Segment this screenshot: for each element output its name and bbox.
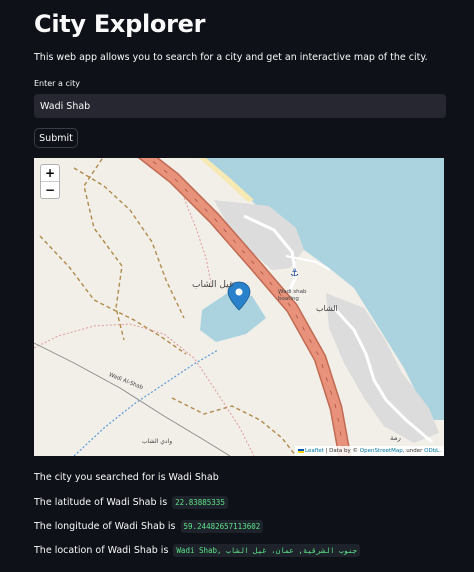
city-input-label: Enter a city bbox=[34, 79, 80, 88]
map-label-boating: Wadi shab boating bbox=[278, 289, 307, 302]
app-description: This web app allows you to search for a … bbox=[34, 52, 428, 63]
longitude-value: 59.24482657113602 bbox=[180, 520, 264, 533]
result-longitude: The longitude of Wadi Shab is 59.2448265… bbox=[34, 520, 264, 533]
longitude-label: The longitude of Wadi Shab is bbox=[34, 521, 176, 532]
latitude-label: The latitude of Wadi Shab is bbox=[34, 497, 168, 508]
map-tiles[interactable]: ⚓ bbox=[34, 158, 444, 456]
leaflet-link[interactable]: Leaflet bbox=[305, 448, 324, 454]
map-label-town-arabic: الشاب bbox=[316, 304, 338, 313]
result-latitude: The latitude of Wadi Shab is 22.83885335 bbox=[34, 496, 228, 509]
interactive-map[interactable]: ⚓ غيل الشاب Wadi shab boating الشاب Wadi… bbox=[34, 158, 444, 456]
map-label-lake-arabic: رمة bbox=[390, 434, 401, 442]
zoom-control: + − bbox=[40, 164, 60, 199]
anchor-icon: ⚓ bbox=[290, 268, 299, 279]
attribution-under: , under bbox=[402, 448, 425, 454]
osm-link[interactable]: OpenStreetMap bbox=[360, 448, 403, 454]
attribution-separator: | Data by © bbox=[323, 448, 360, 454]
zoom-out-button[interactable]: − bbox=[41, 181, 59, 198]
submit-button[interactable]: Submit bbox=[34, 128, 78, 148]
page-title: City Explorer bbox=[34, 10, 206, 38]
result-city: The city you searched for is Wadi Shab bbox=[34, 472, 219, 483]
city-input[interactable] bbox=[34, 94, 446, 118]
map-label-place-arabic: غيل الشاب bbox=[192, 280, 234, 290]
latitude-value: 22.83885335 bbox=[172, 496, 228, 509]
map-label-wadi-arabic: وادي الشاب bbox=[142, 438, 173, 445]
location-value: Wadi Shab, جنوب الشرقية, عمان، غيل الشاب bbox=[173, 544, 361, 557]
ukraine-flag-icon bbox=[298, 448, 305, 453]
map-attribution: Leaflet | Data by © OpenStreetMap, under… bbox=[295, 446, 444, 456]
zoom-in-button[interactable]: + bbox=[41, 165, 59, 181]
odbl-link[interactable]: ODbL. bbox=[424, 448, 441, 454]
location-label: The location of Wadi Shab is bbox=[34, 545, 169, 556]
result-location: The location of Wadi Shab is Wadi Shab, … bbox=[34, 544, 361, 557]
